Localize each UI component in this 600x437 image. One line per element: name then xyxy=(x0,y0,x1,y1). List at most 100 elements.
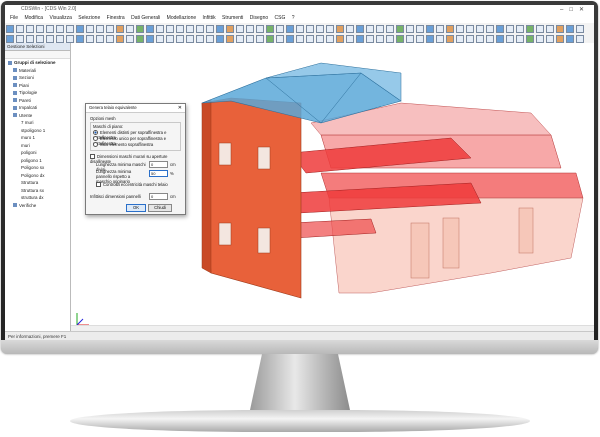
toolbar-tool-icon[interactable] xyxy=(66,25,74,33)
toolbar-tool-icon[interactable] xyxy=(166,35,174,43)
toolbar-tool-icon[interactable] xyxy=(566,25,574,33)
toolbar-tool-icon[interactable] xyxy=(136,25,144,33)
panel-size-input[interactable]: 0 xyxy=(149,193,168,200)
toolbar-tool-icon[interactable] xyxy=(456,25,464,33)
toolbar-tool-icon[interactable] xyxy=(226,25,234,33)
toolbar-tool-icon[interactable] xyxy=(176,35,184,43)
toolbar-tool-icon[interactable] xyxy=(366,25,374,33)
toolbar-tool-icon[interactable] xyxy=(116,35,124,43)
toolbar-tool-icon[interactable] xyxy=(536,35,544,43)
toolbar-tool-icon[interactable] xyxy=(106,35,114,43)
toolbar-tool-icon[interactable] xyxy=(306,25,314,33)
toolbar-tool-icon[interactable] xyxy=(76,35,84,43)
toolbar-tool-icon[interactable] xyxy=(16,35,24,43)
menu-dati-generali[interactable]: Dati Generali xyxy=(131,15,160,21)
toolbar-tool-icon[interactable] xyxy=(376,35,384,43)
toolbar-tool-icon[interactable] xyxy=(546,35,554,43)
toolbar-tool-icon[interactable] xyxy=(56,35,64,43)
toolbar-tool-icon[interactable] xyxy=(546,25,554,33)
toolbar-tool-icon[interactable] xyxy=(206,35,214,43)
toolbar-tool-icon[interactable] xyxy=(396,25,404,33)
eccentricity-checkbox[interactable]: Controlla eccentricità maschi telaio xyxy=(96,182,168,188)
tree-item[interactable]: stpoligono 1 xyxy=(5,127,70,135)
toolbar-tool-icon[interactable] xyxy=(156,35,164,43)
toolbar-tool-icon[interactable] xyxy=(266,25,274,33)
toolbar-tool-icon[interactable] xyxy=(446,25,454,33)
toolbar-tool-icon[interactable] xyxy=(46,35,54,43)
toolbar-tool-icon[interactable] xyxy=(186,35,194,43)
toolbar-tool-icon[interactable] xyxy=(36,35,44,43)
toolbar-tool-icon[interactable] xyxy=(86,35,94,43)
toolbar-tool-icon[interactable] xyxy=(86,25,94,33)
toolbar-tool-icon[interactable] xyxy=(406,35,414,43)
toolbar-tool-icon[interactable] xyxy=(556,25,564,33)
toolbar-tool-icon[interactable] xyxy=(276,35,284,43)
toolbar-tool-icon[interactable] xyxy=(346,35,354,43)
toolbar-tool-icon[interactable] xyxy=(536,25,544,33)
toolbar-tool-icon[interactable] xyxy=(76,25,84,33)
toolbar-tool-icon[interactable] xyxy=(6,35,14,43)
toolbar-tool-icon[interactable] xyxy=(146,35,154,43)
toolbar-tool-icon[interactable] xyxy=(476,25,484,33)
menu-strumenti[interactable]: Strumenti xyxy=(222,15,243,21)
toolbar-tool-icon[interactable] xyxy=(386,35,394,43)
menu-help[interactable]: ? xyxy=(292,15,295,21)
toolbar-tool-icon[interactable] xyxy=(466,25,474,33)
toolbar-tool-icon[interactable] xyxy=(376,25,384,33)
toolbar-tool-icon[interactable] xyxy=(406,25,414,33)
toolbar-tool-icon[interactable] xyxy=(506,25,514,33)
toolbar-tool-icon[interactable] xyxy=(266,35,274,43)
tree-item[interactable]: Gruppi di selezione xyxy=(5,59,70,67)
toolbar-tool-icon[interactable] xyxy=(436,25,444,33)
toolbar-tool-icon[interactable] xyxy=(246,35,254,43)
toolbar-tool-icon[interactable] xyxy=(256,35,264,43)
toolbar-tool-icon[interactable] xyxy=(526,25,534,33)
toolbar-tool-icon[interactable] xyxy=(396,35,404,43)
toolbar-tool-icon[interactable] xyxy=(516,25,524,33)
toolbar-tool-icon[interactable] xyxy=(286,35,294,43)
toolbar-tool-icon[interactable] xyxy=(416,25,424,33)
toolbar-tool-icon[interactable] xyxy=(486,35,494,43)
tree-item[interactable]: Sezioni xyxy=(5,74,70,82)
toolbar-tool-icon[interactable] xyxy=(486,25,494,33)
menu-disegno[interactable]: Disegno xyxy=(250,15,268,21)
menu-visualizza[interactable]: Visualizza xyxy=(49,15,71,21)
menu-modellazione[interactable]: Modellazione xyxy=(167,15,196,21)
ok-button[interactable]: OK xyxy=(126,204,146,212)
toolbar-tool-icon[interactable] xyxy=(386,25,394,33)
toolbar-tool-icon[interactable] xyxy=(336,25,344,33)
toolbar-tool-icon[interactable] xyxy=(296,25,304,33)
toolbar-tool-icon[interactable] xyxy=(356,35,364,43)
tree-item[interactable]: Struttura xyxy=(5,179,70,187)
toolbar-tool-icon[interactable] xyxy=(26,25,34,33)
tree-item[interactable]: Impalcati xyxy=(5,104,70,112)
toolbar-tool-icon[interactable] xyxy=(436,35,444,43)
toolbar-tool-icon[interactable] xyxy=(96,35,104,43)
toolbar-tool-icon[interactable] xyxy=(326,25,334,33)
toolbar-tool-icon[interactable] xyxy=(196,25,204,33)
menu-finestra[interactable]: Finestra xyxy=(107,15,125,21)
close-button[interactable]: Chiudi xyxy=(148,204,172,212)
toolbar-tool-icon[interactable] xyxy=(306,35,314,43)
toolbar-tool-icon[interactable] xyxy=(126,35,134,43)
menu-modifica[interactable]: Modifica xyxy=(24,15,43,21)
tree-item[interactable]: Poligono dx xyxy=(5,172,70,180)
toolbar-tool-icon[interactable] xyxy=(66,35,74,43)
tree-item[interactable]: Utente xyxy=(5,112,70,120)
toolbar-tool-icon[interactable] xyxy=(556,35,564,43)
toolbar-tool-icon[interactable] xyxy=(576,35,584,43)
toolbar-tool-icon[interactable] xyxy=(316,25,324,33)
toolbar-tool-icon[interactable] xyxy=(216,35,224,43)
tree-item[interactable]: Piani xyxy=(5,82,70,90)
toolbar-tool-icon[interactable] xyxy=(496,35,504,43)
tree-item[interactable]: struttura dx xyxy=(5,194,70,202)
toolbar-tool-icon[interactable] xyxy=(456,35,464,43)
toolbar-tool-icon[interactable] xyxy=(16,25,24,33)
toolbar-tool-icon[interactable] xyxy=(426,25,434,33)
toolbar-tool-icon[interactable] xyxy=(246,25,254,33)
toolbar-tool-icon[interactable] xyxy=(46,25,54,33)
toolbar-tool-icon[interactable] xyxy=(506,35,514,43)
toolbar-tool-icon[interactable] xyxy=(156,25,164,33)
toolbar-tool-icon[interactable] xyxy=(516,35,524,43)
toolbar-tool-icon[interactable] xyxy=(106,25,114,33)
